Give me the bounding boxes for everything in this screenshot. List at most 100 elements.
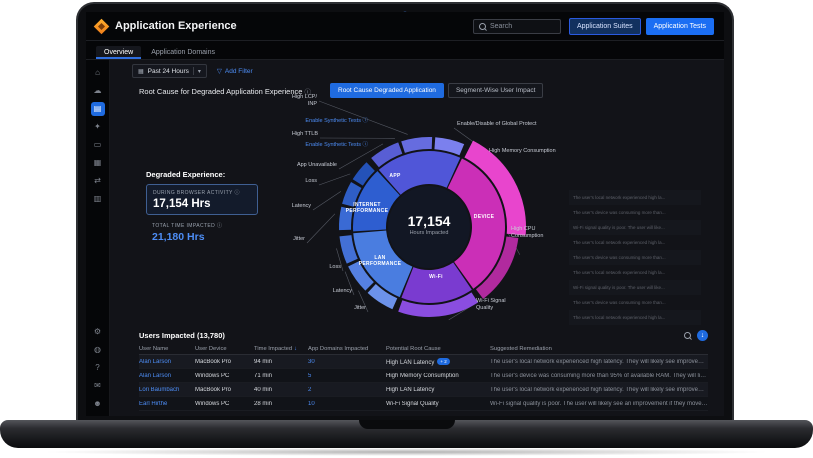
remediation-cell: The user's local network experienced hig… bbox=[490, 387, 708, 393]
column-header-suggested-remediation[interactable]: Suggested Remediation bbox=[490, 346, 708, 352]
sort-icon: ↓ bbox=[294, 346, 297, 352]
side-list-row[interactable]: The user's device was consuming more tha… bbox=[569, 295, 701, 310]
side-list-row[interactable]: The user's local network experienced hig… bbox=[569, 310, 701, 325]
app-domains-cell[interactable]: 10 bbox=[308, 401, 382, 407]
app-domains-cell[interactable]: 2 bbox=[308, 387, 382, 393]
time-impacted-cell: 28 min bbox=[254, 401, 304, 407]
table-row[interactable]: Lori Baumbach MacBook Pro 40 min 2 High LAN … bbox=[139, 383, 708, 397]
outer-arc bbox=[401, 137, 432, 153]
segment-label-device: DEVICE bbox=[474, 214, 494, 220]
chart-label-loss: Loss bbox=[305, 178, 317, 185]
chart-label-high-memory-consumption: High Memory Consumption bbox=[489, 148, 556, 155]
column-header-app-domains-impacted[interactable]: App Domains Impacted bbox=[308, 346, 382, 352]
root-cause-cell: High LAN Latency bbox=[386, 387, 486, 393]
user-device-cell: MacBook Pro bbox=[195, 387, 250, 393]
reports-icon[interactable]: ▥ bbox=[91, 192, 105, 206]
app-logo bbox=[94, 18, 110, 34]
side-list-row[interactable]: The user's local network experienced hig… bbox=[569, 265, 701, 280]
app-domains-cell[interactable]: 5 bbox=[308, 373, 382, 379]
side-list-row[interactable]: The user's device was consuming more tha… bbox=[569, 250, 701, 265]
column-header-user-name[interactable]: User Name bbox=[139, 346, 191, 352]
tab-application-domains[interactable]: Application Domains bbox=[143, 46, 223, 59]
side-list-row[interactable]: The user's local network experienced hig… bbox=[569, 235, 701, 250]
tab-overview[interactable]: Overview bbox=[96, 46, 141, 59]
table-row[interactable]: Alan LarsonWindows PC71 min5High Memory … bbox=[139, 369, 708, 383]
user-device-cell: Windows PC bbox=[195, 373, 250, 379]
notifications-icon[interactable]: ◍ bbox=[91, 343, 105, 357]
download-button[interactable]: ↓ bbox=[697, 330, 708, 341]
table-row[interactable]: Alan Larson MacBook Pro 94 min 30 High LAN L… bbox=[139, 355, 708, 369]
divider bbox=[193, 67, 194, 75]
column-header-time-impacted[interactable]: Time Impacted↓ bbox=[254, 346, 304, 352]
user-name-cell[interactable]: Alan Larson bbox=[139, 359, 191, 365]
time-impacted-cell: 94 min bbox=[254, 359, 304, 365]
time-impacted-cell: 71 min bbox=[254, 373, 304, 379]
side-list-row[interactable]: The user's device was consuming more tha… bbox=[569, 205, 701, 220]
application-suites-button[interactable]: Application Suites bbox=[569, 18, 641, 35]
feedback-icon[interactable]: ✉ bbox=[91, 379, 105, 393]
tests-icon[interactable]: ✦ bbox=[91, 120, 105, 134]
header-buttons: Application Suites Application Tests bbox=[569, 18, 714, 35]
user-device-cell: Windows PC bbox=[195, 401, 250, 407]
page: Application Experience Search Applicatio… bbox=[0, 0, 813, 458]
segment-label-lan-performance: LAN PERFORMANCE bbox=[357, 255, 403, 268]
tab-bar: OverviewApplication Domains bbox=[86, 41, 724, 60]
time-range-dropdown[interactable]: ▦ Past 24 Hours ▾ bbox=[132, 64, 207, 78]
sidebar: ⌂ ☁ ▤ ✦ ▭ ▦ ⇄ ▥ ⚙ ◍? ✉ ☻ bbox=[86, 60, 110, 416]
column-header-potential-root-cause[interactable]: Potential Root Cause bbox=[386, 346, 486, 352]
table-body: Alan Larson MacBook Pro 94 min 30 High LAN L… bbox=[139, 355, 708, 411]
chart-label-jitter: Jitter bbox=[293, 236, 305, 243]
leader-line bbox=[307, 214, 335, 243]
chart-label-jitter: Jitter bbox=[354, 305, 366, 312]
table-search-icon[interactable] bbox=[684, 332, 691, 339]
column-header-user-device[interactable]: User Device bbox=[195, 346, 250, 352]
applications-icon[interactable]: ▦ bbox=[91, 156, 105, 170]
laptop-notch bbox=[359, 420, 455, 429]
filter-bar: ▦ Past 24 Hours ▾ ▽ Add Filter bbox=[110, 60, 724, 82]
side-list-row[interactable]: The user's local network experienced hig… bbox=[569, 190, 701, 205]
search-input[interactable]: Search bbox=[473, 19, 561, 34]
time-impacted-cell: 40 min bbox=[254, 387, 304, 393]
home-icon[interactable]: ⌂ bbox=[91, 66, 105, 80]
chart-label-loss: Loss bbox=[329, 264, 341, 271]
application-tests-button[interactable]: Application Tests bbox=[646, 18, 714, 35]
user-device-cell: MacBook Pro bbox=[195, 359, 250, 365]
user-name-cell[interactable]: Alan Larson bbox=[139, 373, 191, 379]
search-placeholder: Search bbox=[490, 23, 512, 30]
user-name-cell[interactable]: Earl Hirthe bbox=[139, 401, 191, 407]
chart-label-enable-synthetic-tests[interactable]: Enable Synthetic Tests ⓘ bbox=[305, 142, 368, 149]
chart-label-latency: Latency bbox=[292, 203, 311, 210]
add-filter-button[interactable]: ▽ Add Filter bbox=[217, 67, 253, 75]
remediation-cell: Wi-Fi signal quality is poor. The user w… bbox=[490, 401, 708, 407]
side-list-row[interactable]: Wi-Fi signal quality is poor. The user w… bbox=[569, 220, 701, 235]
settings-icon[interactable]: ⚙ bbox=[91, 325, 105, 339]
table-title: Users Impacted (13,780) bbox=[139, 331, 678, 340]
side-list-row[interactable]: Wi-Fi signal quality is poor. The user w… bbox=[569, 280, 701, 295]
table-row[interactable]: Earl Hirthe Windows PC 28 min 10 Wi-Fi Signa… bbox=[139, 397, 708, 411]
main-content: ▦ Past 24 Hours ▾ ▽ Add Filter Root Caus… bbox=[110, 60, 724, 416]
user-name-cell[interactable]: Lori Baumbach bbox=[139, 387, 191, 393]
leader-line bbox=[313, 191, 341, 210]
add-filter-label: Add Filter bbox=[225, 68, 253, 75]
user-icon[interactable]: ☻ bbox=[91, 397, 105, 411]
remediation-cell: The user's device was consuming more tha… bbox=[490, 373, 708, 379]
cause-badge[interactable]: + 2 bbox=[437, 358, 449, 365]
compare-icon[interactable]: ⇄ bbox=[91, 174, 105, 188]
remediation-cell: The user's local network experienced hig… bbox=[490, 359, 708, 365]
root-cause-cell: Wi-Fi Signal Quality bbox=[386, 401, 486, 407]
app-header: Application Experience Search Applicatio… bbox=[86, 12, 724, 41]
laptop-shadow bbox=[40, 448, 773, 456]
chart-label-enable-synthetic-tests[interactable]: Enable Synthetic Tests ⓘ bbox=[305, 118, 368, 125]
chart-label-wi-fi-signal-quality: Wi-Fi Signal Quality bbox=[476, 298, 518, 312]
dashboards-icon[interactable]: ▤ bbox=[91, 102, 105, 116]
root-cause-cell: High LAN Latency+ 2 bbox=[386, 358, 486, 366]
help-icon[interactable]: ? bbox=[91, 361, 105, 375]
app-domains-cell[interactable]: 30 bbox=[308, 359, 382, 365]
devices-icon[interactable]: ▭ bbox=[91, 138, 105, 152]
users-impacted-section: Users Impacted (13,780) ↓ User NameUser … bbox=[110, 327, 724, 416]
table-header: User Name User Device Time Impacted↓ App Do… bbox=[139, 343, 708, 355]
page-title: Application Experience bbox=[115, 20, 237, 32]
leader-line bbox=[319, 174, 350, 185]
chart-label-high-cpu-consumption: High CPU Consumption bbox=[511, 226, 559, 240]
network-icon[interactable]: ☁ bbox=[91, 84, 105, 98]
